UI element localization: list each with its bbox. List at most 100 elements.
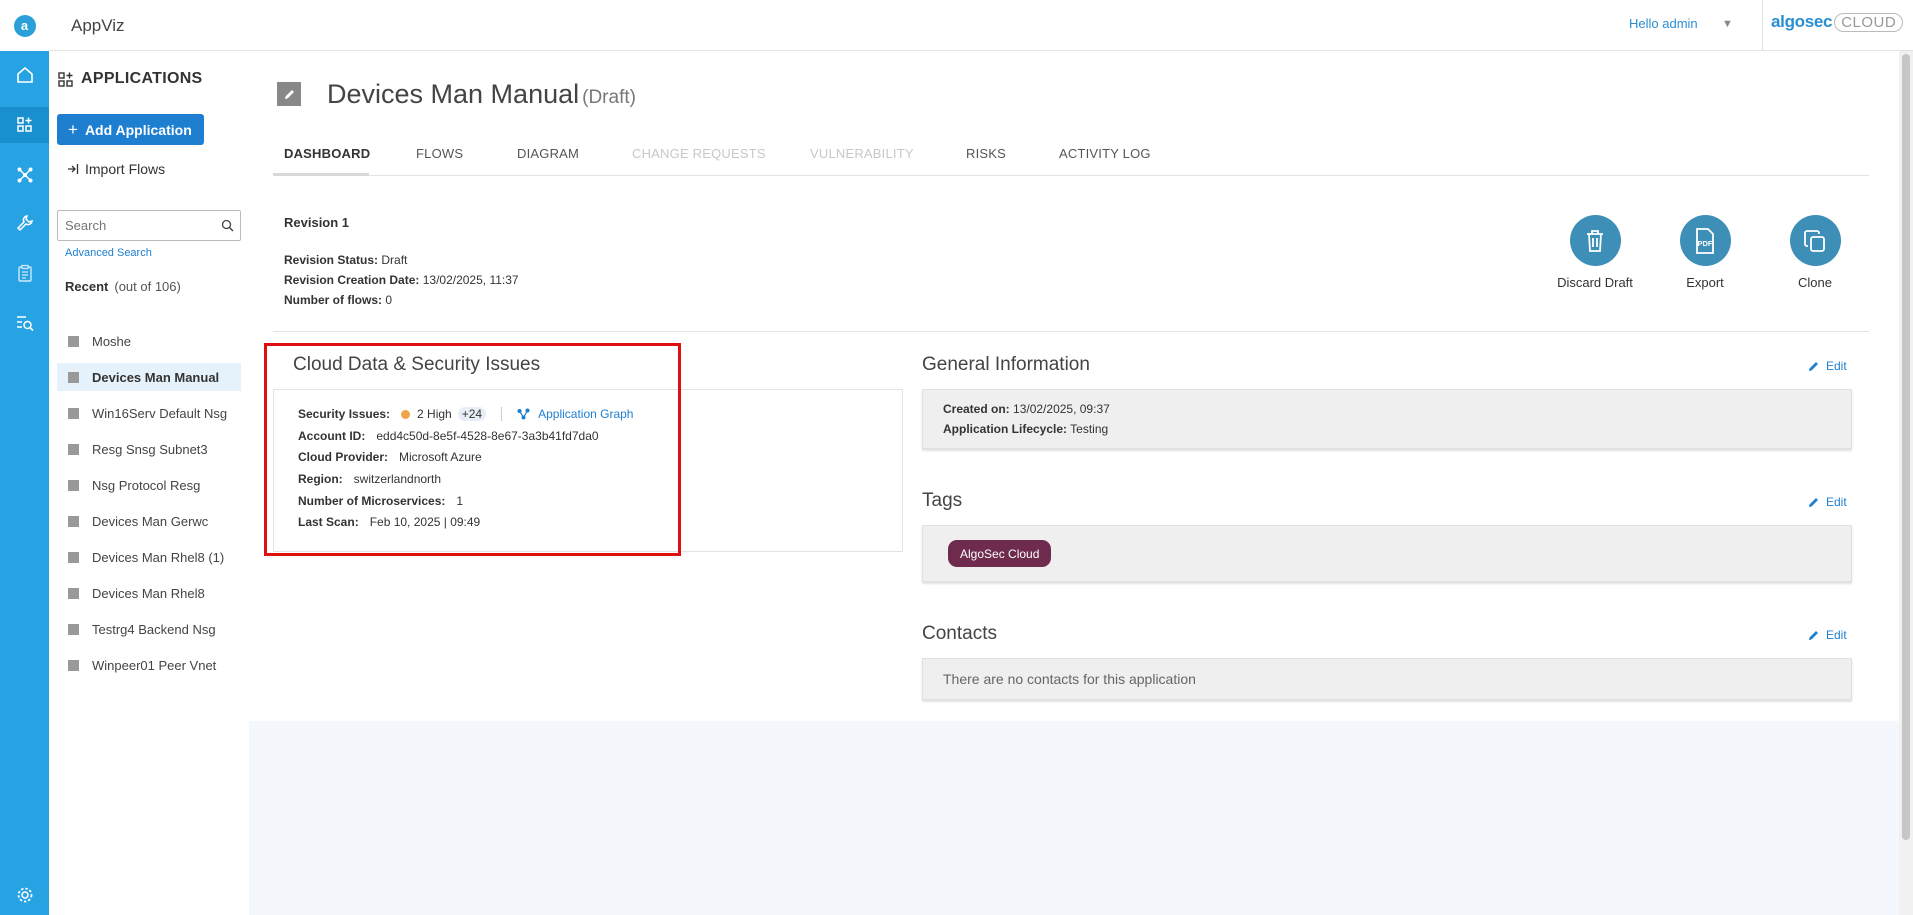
draft-status: (Draft) (582, 87, 636, 108)
tab-flows[interactable]: FLOWS (416, 146, 463, 161)
list-item-label: Testrg4 Backend Nsg (92, 621, 216, 637)
app-square-icon (68, 407, 79, 419)
revision-creation-date: Revision Creation Date: 13/02/2025, 11:3… (284, 273, 519, 287)
tag-pill[interactable]: AlgoSec Cloud (948, 540, 1052, 567)
general-information-panel (922, 389, 1852, 449)
applications-grid-icon (58, 71, 73, 87)
divider (273, 331, 1869, 332)
list-item-label: Devices Man Rhel8 (92, 585, 205, 601)
list-item[interactable]: Nsg Protocol Resg (57, 471, 241, 499)
number-of-flows: Number of flows: 0 (284, 293, 393, 307)
pdf-icon: PDF (1679, 215, 1731, 266)
list-item[interactable]: Winpeer01 Peer Vnet (57, 651, 241, 679)
revision-status: Revision Status: Draft (284, 253, 408, 267)
created-on: Created on: 13/02/2025, 09:37 (943, 402, 1110, 416)
user-menu[interactable]: Hello admin (1629, 16, 1698, 31)
no-contacts-message: There are no contacts for this applicati… (943, 671, 1196, 687)
svg-text:PDF: PDF (1698, 239, 1713, 248)
applications-heading: APPLICATIONS (58, 70, 203, 88)
list-item[interactable]: Win16Serv Default Nsg (57, 399, 241, 427)
list-item-label: Win16Serv Default Nsg (92, 405, 228, 421)
chevron-down-icon[interactable]: ▼ (1722, 18, 1733, 30)
tab-dashboard[interactable]: DASHBOARD (284, 146, 370, 161)
wrench-icon[interactable] (0, 205, 49, 241)
algosec-logo-icon: a (13, 14, 36, 37)
tab-risks[interactable]: RISKS (966, 146, 1006, 161)
advanced-search-link[interactable]: Advanced Search (65, 247, 152, 259)
copy-icon (1789, 215, 1841, 266)
plus-icon: + (68, 119, 78, 139)
app-square-icon (68, 623, 79, 635)
divider (1762, 0, 1763, 50)
list-item[interactable]: Devices Man Manual (57, 363, 241, 391)
list-item[interactable]: Devices Man Rhel8 (57, 579, 241, 607)
list-item[interactable]: Resg Snsg Subnet3 (57, 435, 241, 463)
list-item-label: Devices Man Manual (92, 369, 220, 385)
list-item[interactable]: Testrg4 Backend Nsg (57, 615, 241, 643)
list-item-label: Devices Man Gerwc (92, 513, 209, 529)
list-item-label: Winpeer01 Peer Vnet (92, 657, 217, 673)
application-lifecycle: Application Lifecycle: Testing (943, 422, 1109, 436)
add-application-button[interactable]: + Add Application (57, 114, 204, 145)
app-square-icon (68, 335, 79, 347)
trash-icon (1569, 215, 1621, 266)
network-icon[interactable] (0, 157, 49, 193)
tags-panel (922, 525, 1852, 582)
discard-draft-button[interactable]: Discard Draft (1545, 215, 1645, 290)
pencil-icon (1809, 631, 1818, 640)
revision-title: Revision 1 (284, 215, 350, 230)
brand-logo: algosec CLOUD (1771, 12, 1904, 32)
tab-change-requests: CHANGE REQUESTS (632, 146, 766, 161)
tab-vulnerability: VULNERABILITY (810, 146, 914, 161)
top-bar: a AppViz Hello admin ▼ algosec CLOUD (0, 0, 1913, 51)
pencil-icon (1809, 498, 1818, 507)
clipboard-icon[interactable] (0, 255, 49, 291)
active-tab-indicator (273, 173, 369, 176)
nav-rail (0, 51, 49, 915)
list-item[interactable]: Devices Man Rhel8 (1) (57, 543, 241, 571)
pencil-icon (284, 89, 294, 99)
general-information-title: General Information (922, 354, 1090, 375)
scrollbar-thumb[interactable] (1902, 54, 1910, 840)
recent-header: Recent (out of 106) (65, 279, 181, 294)
app-square-icon (68, 515, 79, 527)
tab-bar: DASHBOARD FLOWS DIAGRAM CHANGE REQUESTS … (273, 136, 1869, 176)
applications-icon[interactable] (0, 107, 49, 143)
search-list-icon[interactable] (0, 305, 49, 341)
tab-activity-log[interactable]: ACTIVITY LOG (1059, 146, 1151, 161)
app-square-icon (68, 551, 79, 563)
page-title: Devices Man Manual (Draft) (327, 79, 636, 109)
list-item-label: Moshe (92, 333, 132, 349)
applications-sidebar: APPLICATIONS + Add Application Import Fl… (49, 51, 249, 915)
app-square-icon (68, 659, 79, 671)
list-item-label: Resg Snsg Subnet3 (92, 441, 208, 457)
app-logo[interactable]: a (0, 0, 49, 51)
pencil-icon (1809, 362, 1818, 371)
search-icon[interactable] (221, 219, 234, 232)
app-square-icon (68, 443, 79, 455)
highlight-frame (264, 343, 681, 556)
settings-gear-icon[interactable] (0, 877, 49, 913)
app-square-icon (68, 587, 79, 599)
search-input[interactable] (58, 211, 208, 240)
edit-general-information-button[interactable]: Edit (1808, 359, 1847, 373)
import-arrow-icon (68, 164, 79, 174)
tab-diagram[interactable]: DIAGRAM (517, 146, 579, 161)
edit-contacts-button[interactable]: Edit (1808, 628, 1847, 642)
app-title: AppViz (71, 16, 125, 35)
import-flows-link[interactable]: Import Flows (67, 161, 165, 177)
clone-button[interactable]: Clone (1765, 215, 1865, 290)
home-icon[interactable] (0, 57, 49, 93)
edit-tags-button[interactable]: Edit (1808, 495, 1847, 509)
app-square-icon (68, 479, 79, 491)
contacts-title: Contacts (922, 623, 997, 644)
app-square-icon (68, 371, 79, 383)
list-item-label: Nsg Protocol Resg (92, 477, 201, 493)
export-button[interactable]: PDF Export (1655, 215, 1755, 290)
list-item[interactable]: Devices Man Gerwc (57, 507, 241, 535)
list-item[interactable]: Moshe (57, 327, 241, 355)
tags-title: Tags (922, 490, 963, 511)
list-item-label: Devices Man Rhel8 (1) (92, 549, 225, 565)
search-box (57, 210, 241, 241)
edit-title-button[interactable] (277, 82, 301, 106)
